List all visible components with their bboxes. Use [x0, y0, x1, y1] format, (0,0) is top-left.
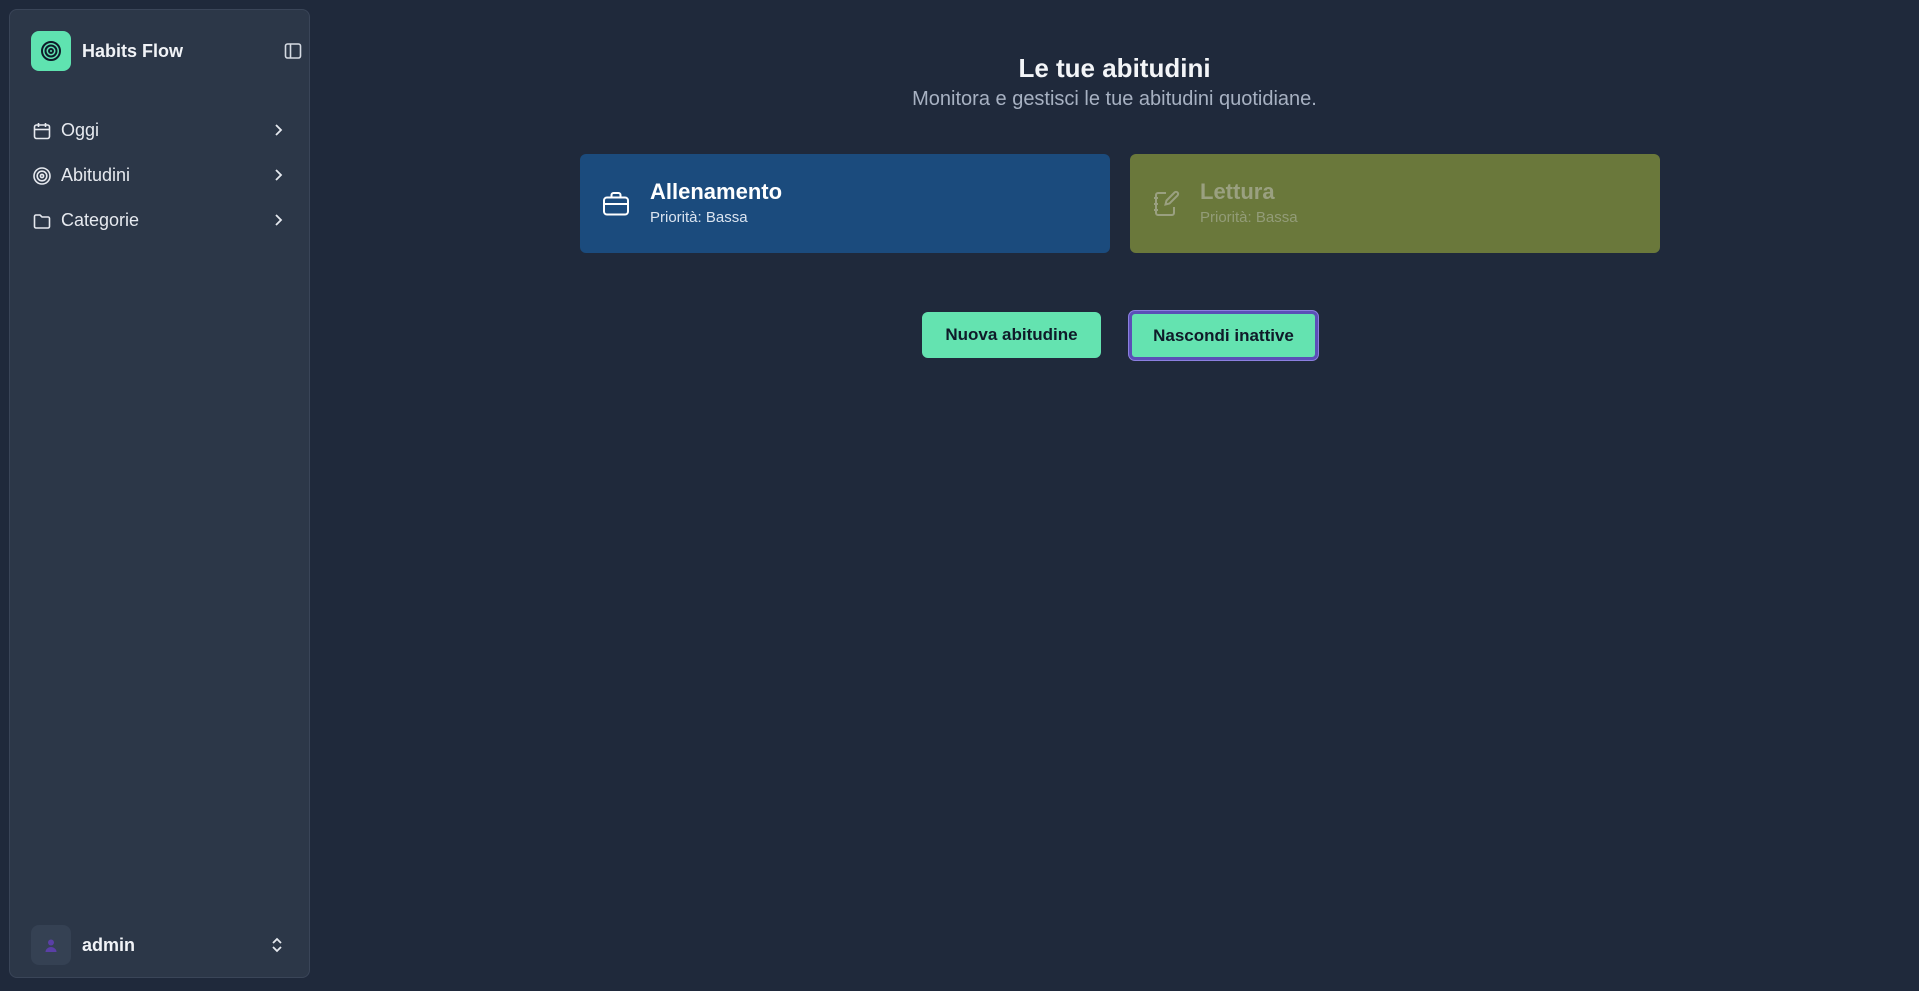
- brand[interactable]: Habits Flow: [31, 31, 183, 71]
- hide-inactive-button[interactable]: Nascondi inattive: [1129, 311, 1318, 360]
- habit-name: Lettura: [1200, 179, 1275, 204]
- sidebar-item-label: Categorie: [61, 210, 140, 230]
- chevron-right-icon: [269, 211, 287, 229]
- app-root: Habits Flow Oggi Abitudini Categorie adm…: [0, 0, 1919, 991]
- new-habit-button[interactable]: Nuova abitudine: [922, 312, 1101, 358]
- brand-name: Habits Flow: [82, 40, 184, 61]
- sidebar-nav: Oggi Abitudini Categorie: [31, 108, 299, 243]
- chevrons-up-down-icon: [267, 935, 287, 955]
- user-menu[interactable]: admin: [31, 917, 299, 973]
- briefcase-icon: [600, 188, 632, 220]
- habit-list: Allenamento Priorità: Bassa Lettura Prio…: [580, 154, 1660, 253]
- target-icon: [31, 31, 71, 71]
- calendar-icon: [32, 121, 52, 141]
- habit-card-lettura[interactable]: Lettura Priorità: Bassa: [1130, 154, 1660, 253]
- page-title: Le tue abitudini: [1018, 53, 1211, 83]
- habit-priority: Priorità: Bassa: [650, 209, 748, 226]
- user-name: admin: [82, 934, 136, 955]
- habit-priority: Priorità: Bassa: [1200, 209, 1298, 226]
- sidebar-item-abitudini[interactable]: Abitudini: [31, 153, 299, 198]
- sidebar-toggle-icon[interactable]: [282, 40, 304, 62]
- sidebar: Habits Flow Oggi Abitudini Categorie adm…: [9, 9, 310, 978]
- habit-name: Allenamento: [650, 179, 783, 204]
- notebook-pen-icon: [1150, 188, 1182, 220]
- sidebar-item-categorie[interactable]: Categorie: [31, 198, 299, 243]
- chevron-right-icon: [269, 166, 287, 184]
- sidebar-item-oggi[interactable]: Oggi: [31, 108, 299, 153]
- chevron-right-icon: [269, 121, 287, 139]
- habit-card-allenamento[interactable]: Allenamento Priorità: Bassa: [580, 154, 1110, 253]
- page-header: Le tue abitudini Monitora e gestisci le …: [310, 51, 1919, 113]
- page-subtitle: Monitora e gestisci le tue abitudini quo…: [912, 88, 1317, 110]
- sidebar-item-label: Abitudini: [61, 165, 131, 185]
- target-icon: [32, 166, 52, 186]
- avatar: [31, 925, 71, 965]
- user-icon: [45, 939, 57, 952]
- folder-icon: [32, 211, 52, 231]
- sidebar-item-label: Oggi: [61, 120, 100, 140]
